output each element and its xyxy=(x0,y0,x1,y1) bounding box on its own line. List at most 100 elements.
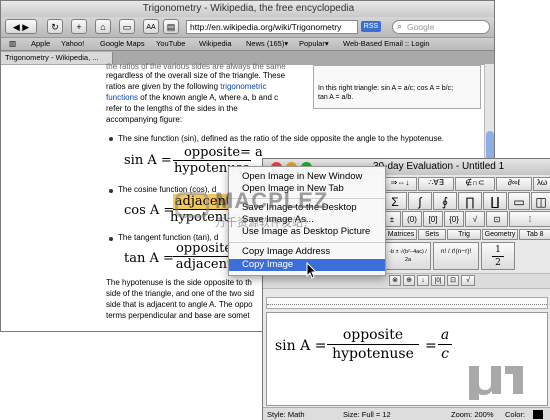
address-field[interactable]: http://en.wikipedia.org/wiki/Trigonometr… xyxy=(186,20,358,34)
tan-denominator: adjacent xyxy=(175,257,233,272)
paragraph-line-3: side that is adjacent to angle A. The op… xyxy=(106,300,253,309)
bookmark-webmail[interactable]: Web-Based Email :: Login xyxy=(343,38,430,50)
window-title: Trigonometry - Wikipedia, the free encyc… xyxy=(1,1,494,17)
palette-relations[interactable]: ⇒⇔↓ xyxy=(383,177,417,191)
status-style[interactable]: Style: Math xyxy=(267,408,305,420)
bookmark-news[interactable]: News (165)▾ xyxy=(246,38,288,50)
mathmagic-title: 30-day Evaluation - Untitled 1 xyxy=(373,161,505,172)
bookmark-google-maps[interactable]: Google Maps xyxy=(100,38,145,50)
tensor-button[interactable]: ⊗ xyxy=(389,275,401,286)
paragraph-line-1: The hypotenuse is the side opposite to t… xyxy=(106,278,252,287)
palette-brackets[interactable]: [0] xyxy=(423,211,443,227)
paragraph-line-4: terms perpendicular and base are somet xyxy=(106,311,250,320)
sqrt-button[interactable]: √ xyxy=(461,275,475,286)
color-swatch[interactable] xyxy=(533,410,543,419)
bullet-dot xyxy=(109,137,113,141)
bookmark-apple[interactable]: Apple xyxy=(31,38,50,50)
palette-misc-symbols[interactable]: ∂∞ℓ xyxy=(496,177,532,191)
add-bookmark-icon[interactable]: + xyxy=(71,19,87,34)
tab-sets[interactable]: Sets xyxy=(418,229,446,240)
tab-8[interactable]: Tab 8 xyxy=(519,229,550,240)
canvas-rhs-numerator: a xyxy=(438,326,452,345)
palette-sigma[interactable]: Σ xyxy=(383,192,407,210)
intro-line-4: refer to the lengths of the sides in the xyxy=(106,104,238,113)
palette-integral[interactable]: ∫ xyxy=(408,192,432,210)
template-quadratic[interactable]: -b ± √(b²−4ac) / 2a xyxy=(385,242,431,270)
paragraph-line-2: side of the triangle, and one of the two… xyxy=(106,289,255,298)
text-size-button[interactable]: AA xyxy=(143,19,159,34)
menu-copy-image-address[interactable]: Copy Image Address xyxy=(229,246,385,258)
palette-contour-integral[interactable]: ∮ xyxy=(433,192,457,210)
watermark-brand: MACPLEZ xyxy=(215,188,329,213)
palette-product[interactable]: ∏ xyxy=(458,192,482,210)
google-search-input[interactable]: Google xyxy=(392,20,490,34)
menu-separator xyxy=(229,242,385,243)
status-size[interactable]: Size: Full = 12 xyxy=(343,408,391,420)
reload-icon[interactable]: ↻ xyxy=(47,19,63,34)
cursor-icon xyxy=(306,262,318,279)
sine-equation-lhs: sin A = xyxy=(124,153,172,168)
palette-logic[interactable]: ∴∀∃ xyxy=(418,177,454,191)
bracket-button[interactable]: [0] xyxy=(431,275,445,286)
bookmark-youtube[interactable]: YouTube xyxy=(156,38,185,50)
palette-greek[interactable]: λω xyxy=(533,177,550,191)
sine-description: The sine function (sin), defined as the … xyxy=(118,134,444,143)
palette-radical[interactable]: √ xyxy=(465,211,485,227)
status-bar: Style: Math Size: Full = 12 Zoom: 200% C… xyxy=(263,407,550,420)
circled-plus-button[interactable]: ⊕ xyxy=(403,275,415,286)
status-color[interactable]: Color: xyxy=(505,408,525,420)
canvas-equals: = xyxy=(425,338,437,354)
template-combination[interactable]: n! / r!(n−r)! xyxy=(433,242,479,270)
palette-parens[interactable]: (0) xyxy=(402,211,422,227)
canvas-numerator: opposite xyxy=(327,326,419,345)
sine-equation-rhs: = a xyxy=(240,145,263,160)
status-zoom[interactable]: Zoom: 200% xyxy=(451,408,494,420)
search-icon: ⌕ xyxy=(397,21,403,31)
intro-line-3: functions of the known angle A, where a,… xyxy=(106,93,279,102)
ruler[interactable] xyxy=(266,297,548,309)
template-half[interactable]: 1 2 xyxy=(481,242,515,270)
palette-overflow[interactable]: ⁞ xyxy=(509,211,550,227)
tab-matrices[interactable]: Matrices xyxy=(385,229,417,240)
watermark-logo-icon xyxy=(175,192,209,218)
palette-box[interactable]: ▭ xyxy=(508,192,530,210)
bookmark-popular[interactable]: Popular▾ xyxy=(299,38,329,50)
menu-open-new-window[interactable]: Open Image in New Window xyxy=(229,171,385,183)
figure-caption-box: In this right triangle: sin A = a/c; cos… xyxy=(313,65,481,109)
back-forward-button[interactable]: ◀ ▶ xyxy=(5,19,37,34)
palette-fence[interactable]: ⊡ xyxy=(486,211,508,227)
root-button[interactable]: ⊡ xyxy=(447,275,459,286)
palette-coproduct[interactable]: ∐ xyxy=(483,192,507,210)
bookmarks-icon[interactable]: ▤ xyxy=(163,19,179,34)
desktop-background xyxy=(0,332,265,420)
rss-badge[interactable]: RSS xyxy=(361,21,381,32)
watermark: MACPLEZ 万千资源软件发站！ xyxy=(175,188,385,230)
bookmarks-bar: ▥ Apple Yahoo! Google Maps YouTube Wikip… xyxy=(1,37,494,51)
tab-trig[interactable]: Trig xyxy=(447,229,481,240)
bookmark-yahoo[interactable]: Yahoo! xyxy=(61,38,84,50)
tab-trigonometry[interactable]: Trigonometry - Wikipedia, ... xyxy=(1,52,113,64)
link-functions[interactable]: functions xyxy=(106,93,138,102)
autofill-icon[interactable]: ▭ xyxy=(119,19,135,34)
tan-equation-lhs: tan A = xyxy=(124,251,174,266)
caption-line-1: In this right triangle: sin A = a/c; cos… xyxy=(318,85,454,92)
intro-line-1: regardless of the overall size of the tr… xyxy=(106,71,286,80)
tab-geometry[interactable]: Geometry xyxy=(482,229,518,240)
palette-matrix[interactable]: ◫ xyxy=(531,192,550,210)
link-trigonometric[interactable]: trigonometric xyxy=(220,82,266,91)
bullet-dot xyxy=(109,189,113,193)
intro-line-2: ratios are given by the following trigon… xyxy=(106,82,267,91)
palette-braces[interactable]: {0} xyxy=(444,211,464,227)
canvas-lhs: sin A = xyxy=(275,338,327,354)
palette-sets[interactable]: ∉∩⊂ xyxy=(455,177,495,191)
arrow-button[interactable]: ↓ xyxy=(417,275,429,286)
watermark-site: 万千资源软件发站！ xyxy=(215,217,314,229)
cos-equation-lhs: cos A = xyxy=(124,203,175,218)
home-icon[interactable]: ⌂ xyxy=(95,19,111,34)
bookmark-wikipedia[interactable]: Wikipedia xyxy=(199,38,232,50)
ruler-ticks xyxy=(267,304,547,305)
bullet-dot xyxy=(109,237,113,241)
safari-toolbar: ◀ ▶ ↻ + ⌂ ▭ AA ▤ http://en.wikipedia.org… xyxy=(1,17,494,37)
bookmarks-book-icon[interactable]: ▥ xyxy=(9,38,16,50)
mu-logo-icon xyxy=(469,366,523,400)
